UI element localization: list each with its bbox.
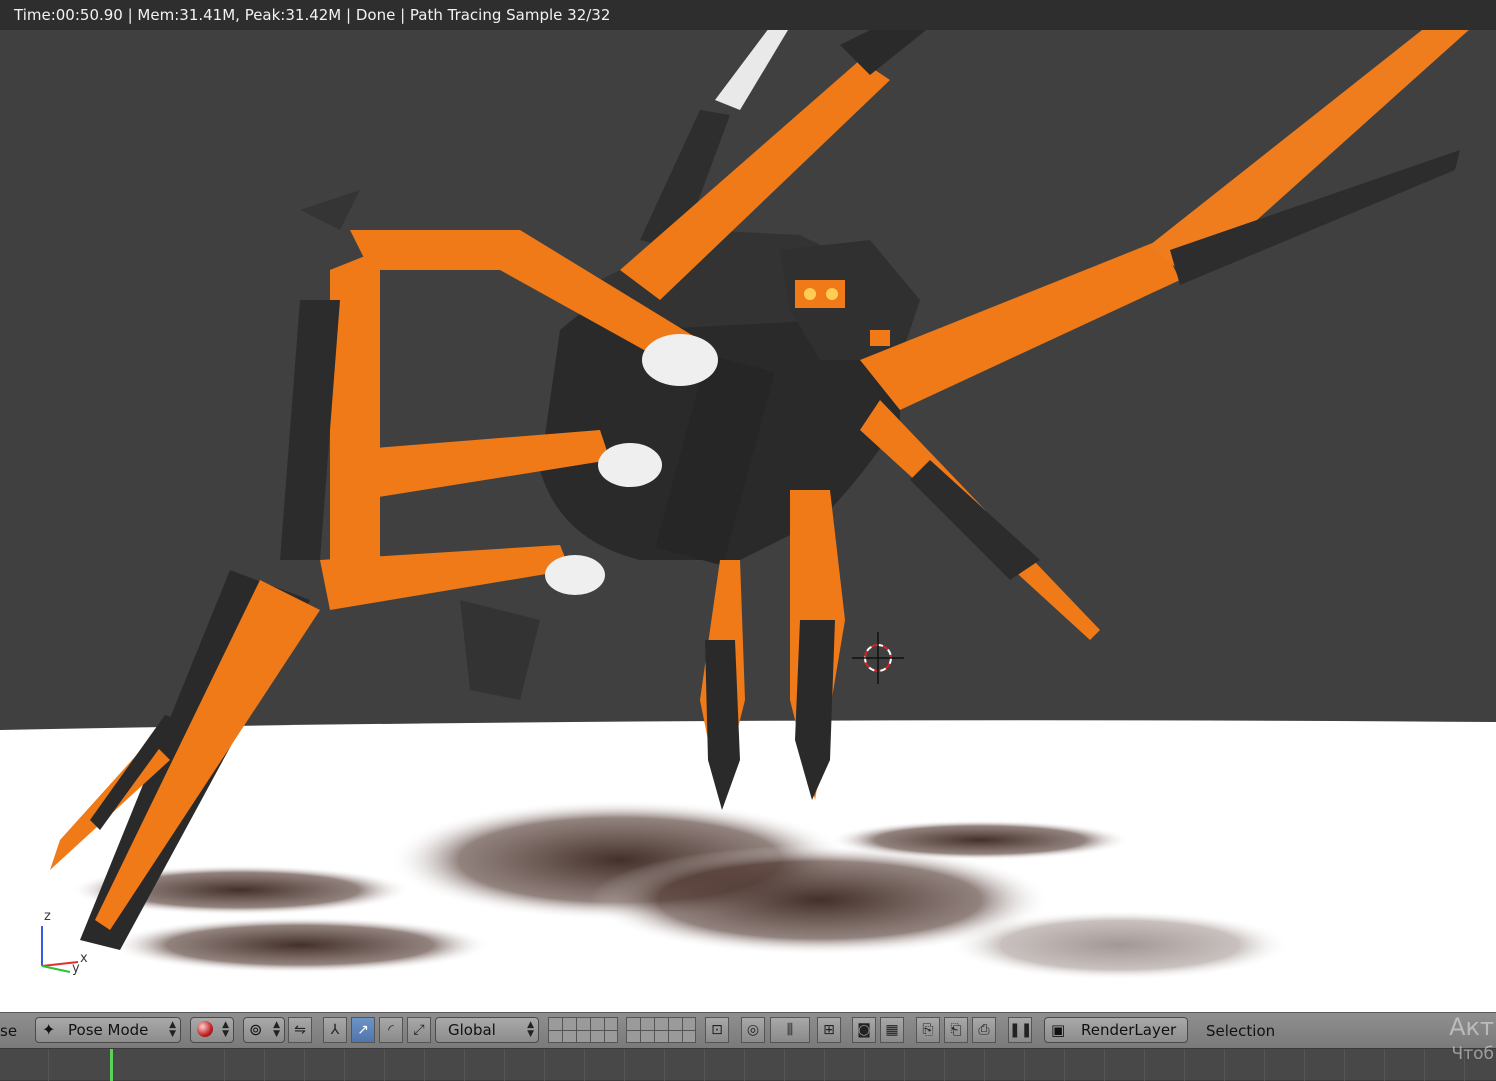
activation-watermark: Акт Чтоб <box>1449 1010 1494 1064</box>
orientation-label: Global <box>448 1021 496 1039</box>
axis-y-label: y <box>72 961 80 976</box>
watermark-line-2: Чтоб <box>1451 1044 1494 1064</box>
manipulator-icon[interactable]: ⅄ <box>323 1017 347 1043</box>
chevron-updown-icon: ▲ ▼ <box>169 1020 176 1039</box>
pose-mode-icon: ✦ <box>42 1020 56 1039</box>
render-layer-icon: ▣ <box>1051 1021 1066 1039</box>
viewport-header: se ✦ Pose Mode ▲ ▼ ▲ ▼ ⊚ ▲ ▼ ⇋ ⅄ ↗ ◜ ⤢ Glob… <box>0 1012 1496 1048</box>
render-layer-button[interactable]: ▣ RenderLayer <box>1044 1017 1188 1043</box>
cut-off-menu-label[interactable]: se <box>0 1013 17 1049</box>
pivot-point-dropdown[interactable]: ⊚ ▲ ▼ <box>243 1017 285 1043</box>
selection-label: Selection <box>1206 1022 1276 1040</box>
layers-grid-2[interactable] <box>626 1017 696 1043</box>
timeline[interactable] <box>0 1048 1496 1081</box>
mode-dropdown[interactable]: ✦ Pose Mode ▲ ▼ <box>35 1017 181 1043</box>
snap-element-icon[interactable]: ⫼ <box>770 1017 810 1043</box>
render-icon[interactable]: ◙ <box>852 1017 876 1043</box>
rotate-icon[interactable]: ◜ <box>379 1017 403 1043</box>
viewport-shading-icon <box>197 1021 213 1037</box>
scale-icon[interactable]: ⤢ <box>407 1017 431 1043</box>
pause-icon[interactable]: ❚❚ <box>1008 1017 1032 1043</box>
timeline-playhead[interactable] <box>110 1049 113 1081</box>
pivot-align-icon[interactable]: ⇋ <box>288 1017 312 1043</box>
clapboard-icon[interactable]: ▦ <box>880 1017 904 1043</box>
watermark-line-1: Акт <box>1449 1013 1494 1041</box>
render-layer-label: RenderLayer <box>1081 1021 1177 1039</box>
copy-pose-icon[interactable]: ⎘ <box>916 1017 940 1043</box>
layers-grid-1[interactable] <box>548 1017 618 1043</box>
render-status-bar: Time:00:50.90 | Mem:31.41M, Peak:31.42M … <box>0 0 1496 30</box>
lock-icon[interactable]: ⊡ <box>705 1017 729 1043</box>
chevron-updown-icon: ▲ ▼ <box>222 1020 229 1039</box>
orientation-dropdown[interactable]: Global ▲ ▼ <box>435 1017 539 1043</box>
paste-pose-icon[interactable]: ⎗ <box>944 1017 968 1043</box>
snap-icon[interactable]: ⊞ <box>817 1017 841 1043</box>
proportional-edit-icon[interactable]: ◎ <box>741 1017 765 1043</box>
chevron-updown-icon: ▲ ▼ <box>273 1020 280 1039</box>
translate-icon[interactable]: ↗ <box>351 1017 375 1043</box>
viewport-shading-dropdown[interactable]: ▲ ▼ <box>190 1017 234 1043</box>
chevron-updown-icon: ▲ ▼ <box>527 1020 534 1039</box>
axis-x-label: x <box>80 951 88 966</box>
axis-z-label: z <box>44 909 51 924</box>
mode-label: Pose Mode <box>68 1021 149 1039</box>
pivot-point-icon: ⊚ <box>249 1020 263 1039</box>
render-scene: z x y <box>0 0 1496 1012</box>
3d-viewport[interactable]: z x y Time:00:50.90 | Mem:31.41M, Peak:3… <box>0 0 1496 1012</box>
paste-flipped-icon[interactable]: ⎙ <box>972 1017 996 1043</box>
